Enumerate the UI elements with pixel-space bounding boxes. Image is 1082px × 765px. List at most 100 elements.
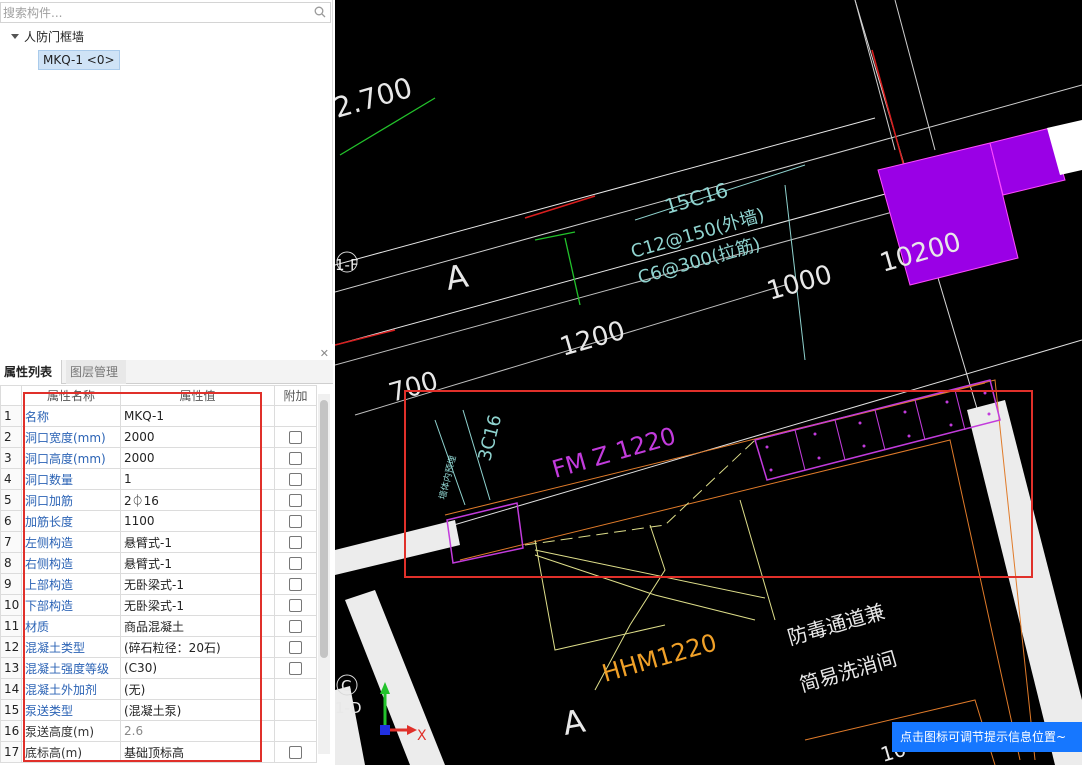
table-row[interactable]: 4 洞口数量 1 xyxy=(0,468,317,490)
row-index: 6 xyxy=(0,510,22,532)
table-row[interactable]: 2 洞口宽度(mm) 2000 xyxy=(0,426,317,448)
table-row[interactable]: 11 材质 商品混凝土 xyxy=(0,615,317,637)
tree-node-parent[interactable]: 人防门框墙 xyxy=(10,26,84,46)
table-row[interactable]: 13 混凝土强度等级 (C30) xyxy=(0,657,317,679)
tree-node-child[interactable]: MKQ-1 <0> xyxy=(38,50,120,70)
property-name: 洞口加筋 xyxy=(21,489,121,511)
cad-label-room-name-1: 防毒通道兼 xyxy=(785,599,888,650)
search-box[interactable] xyxy=(0,2,331,23)
property-value[interactable]: 2000 xyxy=(120,426,275,448)
row-index: 12 xyxy=(0,636,22,658)
extra-checkbox[interactable] xyxy=(289,746,302,759)
close-icon[interactable]: ✕ xyxy=(320,347,329,360)
tree-node-child-label[interactable]: MKQ-1 <0> xyxy=(38,50,120,70)
row-index: 14 xyxy=(0,678,22,700)
property-value[interactable]: 悬臂式-1 xyxy=(120,531,275,553)
table-row[interactable]: 16 泵送高度(m) 2.6 xyxy=(0,720,317,742)
property-name: 混凝土强度等级 xyxy=(21,657,121,679)
property-value[interactable]: 2.6 xyxy=(120,720,275,742)
cad-label-3c16: 3C16 xyxy=(474,413,506,464)
extra-cell xyxy=(274,405,317,427)
property-name: 底标高(m) xyxy=(21,741,121,763)
panel-splitter[interactable]: ✕ xyxy=(0,346,333,360)
extra-checkbox[interactable] xyxy=(289,473,302,486)
cad-label-1200: 1200 xyxy=(557,316,629,363)
extra-cell xyxy=(274,678,317,700)
tooltip-position-button[interactable]: 点击图标可调节提示信息位置~ xyxy=(892,722,1082,752)
row-index: 8 xyxy=(0,552,22,574)
extra-checkbox[interactable] xyxy=(289,452,302,465)
property-value[interactable]: 1100 xyxy=(120,510,275,532)
table-row[interactable]: 3 洞口高度(mm) 2000 xyxy=(0,447,317,469)
caret-down-icon[interactable] xyxy=(10,31,20,41)
row-index: 9 xyxy=(0,573,22,595)
property-scrollbar[interactable] xyxy=(318,394,330,754)
extra-cell xyxy=(274,489,317,511)
extra-checkbox[interactable] xyxy=(289,620,302,633)
property-value[interactable]: 2⏀16 xyxy=(120,489,275,511)
extra-checkbox[interactable] xyxy=(289,578,302,591)
extra-cell xyxy=(274,531,317,553)
property-value[interactable]: (C30) xyxy=(120,657,275,679)
property-value[interactable]: (无) xyxy=(120,678,275,700)
table-row[interactable]: 15 泵送类型 (混凝土泵) xyxy=(0,699,317,721)
property-name: 下部构造 xyxy=(21,594,121,616)
search-input[interactable] xyxy=(1,3,301,22)
scrollbar-thumb[interactable] xyxy=(320,400,328,658)
table-row[interactable]: 14 混凝土外加剂 (无) xyxy=(0,678,317,700)
table-row[interactable]: 10 下部构造 无卧梁式-1 xyxy=(0,594,317,616)
row-index: 4 xyxy=(0,468,22,490)
extra-checkbox[interactable] xyxy=(289,557,302,570)
extra-checkbox[interactable] xyxy=(289,662,302,675)
property-value[interactable]: 无卧梁式-1 xyxy=(120,573,275,595)
tab-layer-manager[interactable]: 图层管理 xyxy=(66,360,126,384)
cad-label-axis-1f: 1-F xyxy=(335,256,359,274)
property-value[interactable]: 2000 xyxy=(120,447,275,469)
cad-label-room-a-bottom: A xyxy=(560,702,588,743)
extra-checkbox[interactable] xyxy=(289,536,302,549)
extra-cell xyxy=(274,447,317,469)
table-row[interactable]: 7 左侧构造 悬臂式-1 xyxy=(0,531,317,553)
property-value[interactable]: (碎石粒径：20石) xyxy=(120,636,275,658)
tab-property-list[interactable]: 属性列表 xyxy=(0,360,62,384)
table-row[interactable]: 6 加筋长度 1100 xyxy=(0,510,317,532)
extra-cell xyxy=(274,552,317,574)
property-value[interactable]: 商品混凝土 xyxy=(120,615,275,637)
property-name: 右侧构造 xyxy=(21,552,121,574)
header-property-name: 属性名称 xyxy=(21,385,121,406)
table-row[interactable]: 9 上部构造 无卧梁式-1 xyxy=(0,573,317,595)
cad-canvas[interactable]: 2.700 15C16 C12@150(外墙) C6@300(拉筋) 1000 … xyxy=(335,0,1082,765)
property-name: 洞口数量 xyxy=(21,468,121,490)
extra-cell xyxy=(274,720,317,742)
header-extra: 附加 xyxy=(274,385,317,406)
property-value[interactable]: 基础顶标高 xyxy=(120,741,275,763)
property-table-container: 属性名称 属性值 附加 1 名称 MKQ-1 2 洞口宽度(mm) 2000 3 洞口高度(m… xyxy=(0,385,317,763)
extra-checkbox[interactable] xyxy=(289,494,302,507)
cad-label-axis-x: X xyxy=(417,728,427,744)
property-value[interactable]: MKQ-1 xyxy=(120,405,275,427)
property-table-body: 1 名称 MKQ-1 2 洞口宽度(mm) 2000 3 洞口高度(mm) 2000 4 洞口数量 1… xyxy=(0,405,317,763)
row-index: 3 xyxy=(0,447,22,469)
extra-cell xyxy=(274,468,317,490)
property-name: 泵送类型 xyxy=(21,699,121,721)
extra-checkbox[interactable] xyxy=(289,431,302,444)
component-tree-pane: 人防门框墙 MKQ-1 <0> xyxy=(0,0,333,344)
property-value[interactable]: 无卧梁式-1 xyxy=(120,594,275,616)
table-row[interactable]: 8 右侧构造 悬臂式-1 xyxy=(0,552,317,574)
extra-checkbox[interactable] xyxy=(289,515,302,528)
property-name: 材质 xyxy=(21,615,121,637)
row-index: 7 xyxy=(0,531,22,553)
table-row[interactable]: 1 名称 MKQ-1 xyxy=(0,405,317,427)
table-row[interactable]: 17 底标高(m) 基础顶标高 xyxy=(0,741,317,763)
table-row[interactable]: 5 洞口加筋 2⏀16 xyxy=(0,489,317,511)
table-row[interactable]: 12 混凝土类型 (碎石粒径：20石) xyxy=(0,636,317,658)
property-value[interactable]: 1 xyxy=(120,468,275,490)
extra-checkbox[interactable] xyxy=(289,599,302,612)
extra-checkbox[interactable] xyxy=(289,641,302,654)
property-value[interactable]: 悬臂式-1 xyxy=(120,552,275,574)
extra-cell xyxy=(274,594,317,616)
search-icon[interactable] xyxy=(314,6,326,18)
property-value[interactable]: (混凝土泵) xyxy=(120,699,275,721)
property-name: 混凝土外加剂 xyxy=(21,678,121,700)
property-name: 名称 xyxy=(21,405,121,427)
